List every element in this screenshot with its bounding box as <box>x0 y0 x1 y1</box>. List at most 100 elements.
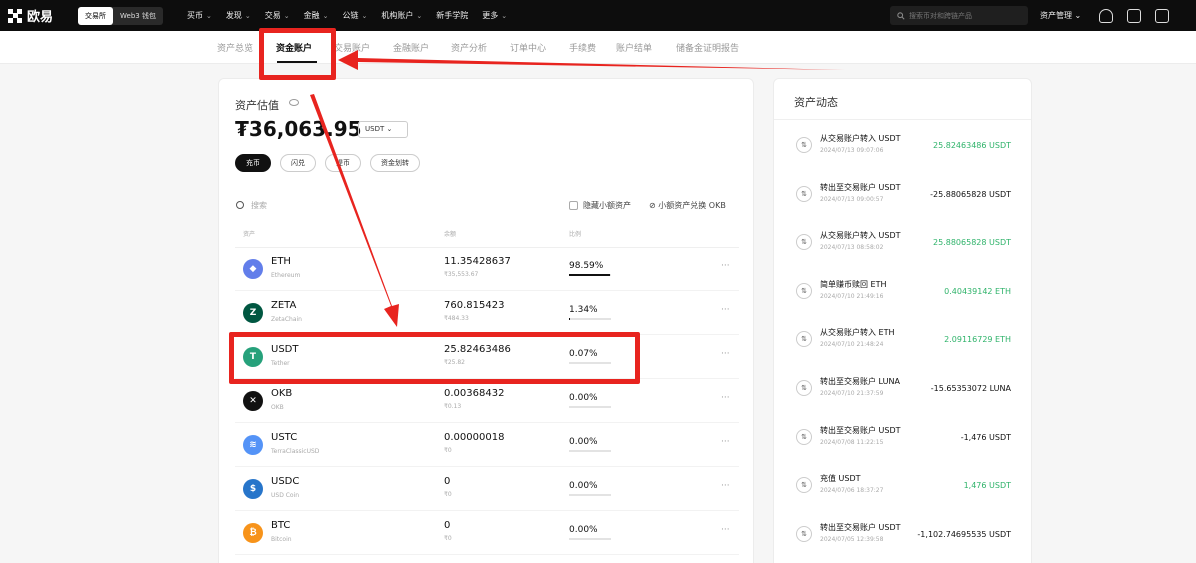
asset-row[interactable]: T USDT Tether 25.82463486 ₹25.82 0.07% ··· <box>219 335 755 379</box>
asset-balance: 0 <box>444 520 451 531</box>
activity-title-text: 充值 USDT <box>820 474 861 484</box>
asset-value: ₹0 <box>444 491 452 498</box>
notification-icon[interactable] <box>1155 8 1170 23</box>
action-pills: 充币 闪兑 提币 资金划转 <box>235 154 429 172</box>
activity-item[interactable]: ⇅ 从交易账户转入 ETH 2024/07/10 21:48:24 2.0911672… <box>774 314 1031 362</box>
more-actions-icon[interactable]: ··· <box>721 437 730 447</box>
transfer-icon: ⇅ <box>796 331 812 348</box>
subnav-tab[interactable]: 储备金证明报告 <box>676 41 739 54</box>
nav-item-label: 更多 <box>482 11 499 20</box>
activity-date: 2024/07/05 12:39:58 <box>820 535 884 543</box>
search-input[interactable]: 搜索币对和跨链产品 <box>890 6 1028 25</box>
asset-row[interactable]: ≋ USTC TerraClassicUSD 0.00000018 ₹0 0.00% ··· <box>219 423 755 467</box>
asset-balance: 0.00368432 <box>444 388 505 399</box>
subnav-tab[interactable]: 账户结单 <box>616 41 652 54</box>
asset-name: Bitcoin <box>271 536 292 543</box>
transfer-icon: ⇅ <box>796 137 812 153</box>
activity-item[interactable]: ⇅ 转出至交易账户 USDT 2024/07/05 12:39:58 -1,102.7… <box>774 509 1031 557</box>
currency-select[interactable]: USDT ⌄ <box>358 121 408 138</box>
asset-row[interactable]: Z ZETA ZetaChain 760.815423 ₹484.33 1.34% ··· <box>219 291 755 335</box>
activity-title-text: 从交易账户转入 USDT <box>820 134 901 143</box>
main-nav: 买币 ⌄ 发现 ⌄ 交易 ⌄ 金融 ⌄ 公链 ⌄ 机构账户 ⌄ 新手学院 更多 ⌄ <box>187 10 521 21</box>
asset-ratio: 98.59% <box>569 261 604 271</box>
subnav-tab[interactable]: 手续费 <box>569 41 596 54</box>
asset-search-icon <box>236 201 244 209</box>
chevron-down-icon: ⌄ <box>205 12 212 20</box>
more-actions-icon[interactable]: ··· <box>721 305 730 315</box>
column-ratio: 比例 <box>569 231 582 238</box>
asset-row[interactable]: $ USDC USD Coin 0 ₹0 0.00% ··· <box>219 467 755 511</box>
deposit-button[interactable]: 充币 <box>235 154 271 172</box>
nav-item[interactable]: 更多 ⌄ <box>482 10 507 21</box>
asset-name: OKB <box>271 404 284 411</box>
hide-small-assets-toggle[interactable]: 隐藏小额资产 <box>569 200 631 211</box>
asset-management-menu[interactable]: 资产管理 ⌄ <box>1040 10 1081 21</box>
activity-item[interactable]: ⇅ 充值 USDT 2024/07/06 18:37:27 1,476 USDT <box>774 460 1031 508</box>
funding-account-card: 资产估值 ₮36,063.95 USDT ⌄ 充币 闪兑 提币 资金划转 搜索 … <box>218 78 754 563</box>
asset-balance: 11.35428637 <box>444 256 511 267</box>
asset-value: ₹0 <box>444 535 452 542</box>
asset-management-label: 资产管理 <box>1040 11 1072 20</box>
okx-logo-icon <box>8 8 22 23</box>
activity-item[interactable]: ⇅ 转出至交易账户 LUNA 2024/07/10 21:37:59 -15.6535… <box>774 363 1031 411</box>
activity-title-text: 从交易账户转入 ETH <box>820 328 895 338</box>
activity-item[interactable]: ⇅ 转出至交易账户 USDT 2024/07/13 09:00:57 -25.8806… <box>774 169 1031 217</box>
okx-logo[interactable]: 欧易 <box>8 6 70 25</box>
asset-row[interactable]: ✕ OKB OKB 0.00368432 ₹0.13 0.00% ··· <box>219 379 755 423</box>
subnav-tab[interactable]: 交易账户 <box>334 41 370 54</box>
nav-item-label: 机构账户 <box>381 11 414 20</box>
activity-item[interactable]: ⇅ 简单赚币赎回 ETH 2024/07/10 21:49:16 0.40439142… <box>774 266 1031 314</box>
activity-amount: 0.40439142 ETH <box>944 286 1011 296</box>
nav-item[interactable]: 新手学院 <box>436 10 468 21</box>
asset-search-input[interactable]: 搜索 <box>251 200 267 211</box>
asset-ratio: 0.07% <box>569 349 598 359</box>
convert-button[interactable]: 闪兑 <box>280 154 316 172</box>
more-actions-icon[interactable]: ··· <box>721 349 730 359</box>
transfer-button[interactable]: 资金划转 <box>370 154 420 172</box>
nav-item[interactable]: 发现 ⌄ <box>226 10 251 21</box>
nav-item[interactable]: 交易 ⌄ <box>265 10 290 21</box>
transfer-icon: ⇅ <box>796 428 812 445</box>
subnav-tab[interactable]: 金融账户 <box>393 41 429 54</box>
eye-icon[interactable] <box>289 99 299 106</box>
asset-row[interactable]: ◆ ETH Ethereum 11.35428637 ₹35,553.67 98.59% ·… <box>219 247 755 291</box>
subnav-tab[interactable]: 订单中心 <box>510 41 546 54</box>
total-valuation: ₮36,063.95 <box>235 117 362 141</box>
nav-item[interactable]: 买币 ⌄ <box>187 10 212 21</box>
asset-ratio: 0.00% <box>569 525 598 535</box>
checkbox[interactable] <box>569 201 578 210</box>
search-placeholder: 搜索币对和跨链产品 <box>909 11 972 20</box>
nav-item[interactable]: 公链 ⌄ <box>342 10 367 21</box>
asset-name: ZetaChain <box>271 316 302 323</box>
web3-wallet-tab[interactable]: Web3 钱包 <box>113 7 163 25</box>
nav-item[interactable]: 机构账户 ⌄ <box>381 10 422 21</box>
subnav-tab[interactable]: 资产分析 <box>451 41 487 54</box>
top-right-actions: 资产管理 ⌄ <box>1040 0 1183 31</box>
exchange-mode-tab[interactable]: 交易所 <box>78 6 113 25</box>
convert-small-to-okb-link[interactable]: ⊘ 小额资产兑换 OKB <box>649 200 726 211</box>
asset-row[interactable]: ₿ BTC Bitcoin 0 ₹0 0.00% ··· <box>219 511 755 555</box>
more-actions-icon[interactable]: ··· <box>721 481 730 491</box>
active-tab-underline <box>277 61 317 63</box>
user-icon[interactable] <box>1099 8 1114 23</box>
nav-item-label: 新手学院 <box>436 11 469 20</box>
ratio-bar <box>569 362 611 364</box>
eth-icon: ◆ <box>243 259 263 279</box>
ratio-bar <box>569 538 611 540</box>
download-icon[interactable] <box>1127 8 1142 23</box>
asset-value: ₹0.13 <box>444 403 462 410</box>
more-actions-icon[interactable]: ··· <box>721 393 730 403</box>
activity-date: 2024/07/08 11:22:15 <box>820 438 884 446</box>
more-actions-icon[interactable]: ··· <box>721 525 730 535</box>
activity-item[interactable]: ⇅ 从交易账户转入 USDT 2024/07/13 08:58:02 25.88065… <box>774 217 1031 265</box>
transfer-icon: ⇅ <box>796 525 812 542</box>
activity-item[interactable]: ⇅ 从交易账户转入 USDT 2024/07/13 09:07:06 25.82463… <box>774 120 1031 168</box>
subnav-tab[interactable]: 资金账户 <box>276 41 312 54</box>
nav-item[interactable]: 金融 ⌄ <box>304 10 329 21</box>
transfer-icon: ⇅ <box>796 282 812 299</box>
subnav-tab[interactable]: 资产总览 <box>217 41 253 54</box>
activity-item[interactable]: ⇅ 转出至交易账户 USDT 2024/07/08 11:22:15 -1,476 U… <box>774 412 1031 460</box>
more-actions-icon[interactable]: ··· <box>721 261 730 271</box>
withdraw-button[interactable]: 提币 <box>325 154 361 172</box>
ratio-bar-fill <box>569 318 570 320</box>
